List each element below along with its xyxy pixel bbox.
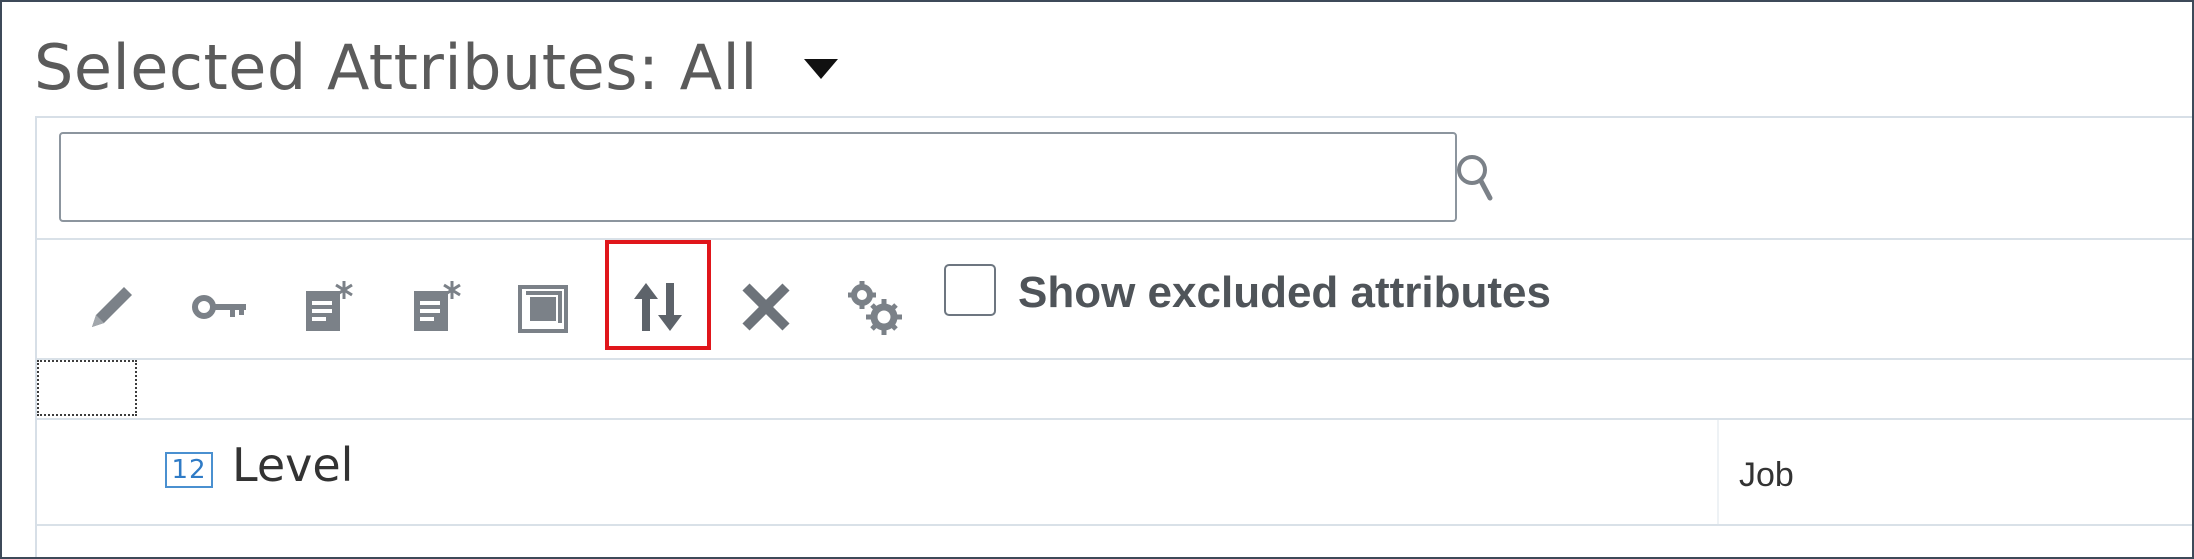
search-icon bbox=[1457, 155, 1493, 201]
pencil-icon bbox=[92, 287, 132, 327]
reorder-button[interactable] bbox=[623, 272, 693, 342]
column-divider bbox=[1717, 420, 1719, 524]
key-icon bbox=[192, 295, 246, 319]
number-type-icon: 12 bbox=[165, 452, 213, 488]
new-document-icon bbox=[306, 281, 353, 331]
settings-button[interactable] bbox=[839, 272, 909, 342]
table-row[interactable]: 12 Level Job bbox=[37, 420, 2192, 526]
attributes-panel: Show excluded attributes 12 Level Job bbox=[35, 116, 2192, 557]
search-button[interactable] bbox=[1437, 138, 1517, 218]
show-excluded-label[interactable]: Show excluded attributes bbox=[1018, 268, 1551, 318]
show-excluded-checkbox[interactable] bbox=[944, 264, 996, 316]
search-input[interactable] bbox=[59, 132, 1457, 222]
new-attribute-button[interactable] bbox=[293, 272, 363, 342]
attribute-type: Job bbox=[1739, 456, 1794, 494]
page-title: Selected Attributes: All bbox=[34, 30, 759, 104]
new-attribute-button-2[interactable] bbox=[401, 272, 471, 342]
gears-icon bbox=[848, 281, 902, 335]
edit-button[interactable] bbox=[77, 272, 147, 342]
attributes-panel-frame: Selected Attributes: All Show excluded a… bbox=[0, 0, 2194, 559]
table-header-row bbox=[37, 360, 2192, 420]
delete-button[interactable] bbox=[731, 272, 801, 342]
sort-arrows-icon bbox=[634, 283, 682, 331]
chevron-down-icon[interactable] bbox=[804, 59, 839, 79]
title-row: Selected Attributes: All bbox=[34, 22, 839, 112]
search-row bbox=[37, 118, 2192, 240]
duplicate-icon bbox=[518, 285, 568, 333]
attribute-name: Level bbox=[232, 438, 354, 492]
duplicate-button[interactable] bbox=[509, 272, 579, 342]
header-selection-cell[interactable] bbox=[37, 360, 137, 416]
key-button[interactable] bbox=[185, 272, 255, 342]
new-document-icon bbox=[414, 281, 461, 331]
close-icon bbox=[742, 283, 790, 331]
toolbar: Show excluded attributes bbox=[37, 240, 2192, 360]
